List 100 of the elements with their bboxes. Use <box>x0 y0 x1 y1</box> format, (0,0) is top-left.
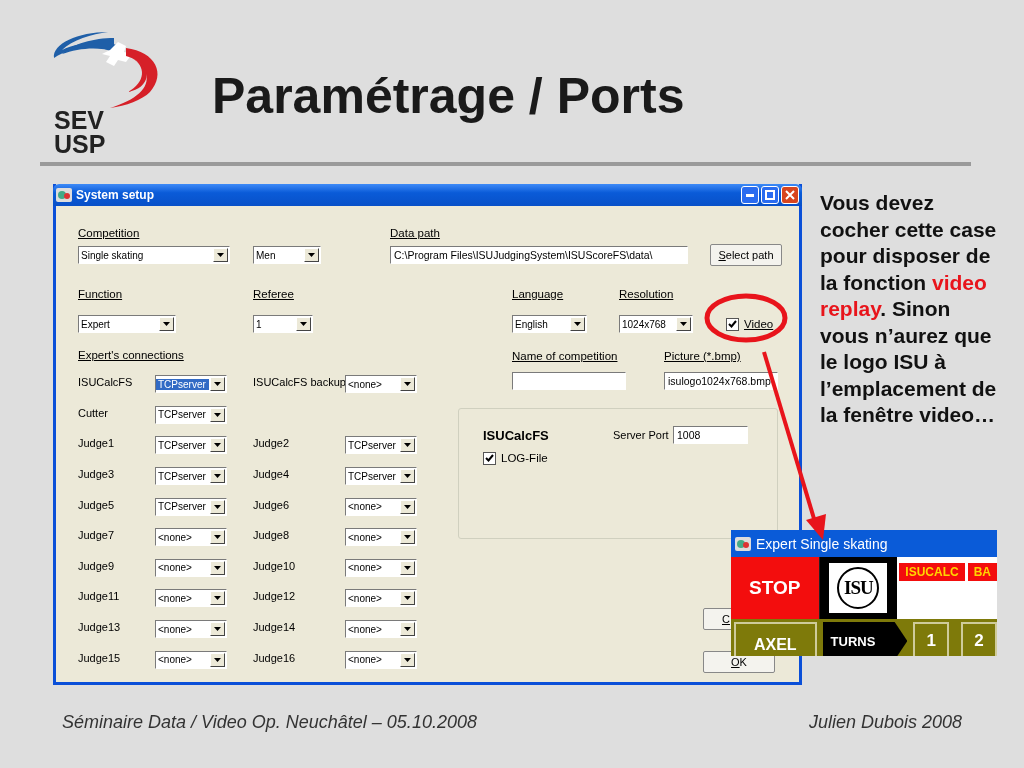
dropdown-field[interactable]: Single skating <box>78 246 230 264</box>
connection-label: Judge4 <box>253 468 291 481</box>
stop-button[interactable]: STOP <box>731 557 820 619</box>
caret-icon <box>404 596 411 601</box>
checkbox-label: Video <box>744 318 774 330</box>
caret-icon <box>214 443 221 448</box>
dropdown-field[interactable]: 1024x768 <box>619 315 693 333</box>
dropdown-field[interactable]: TCPserver <box>155 467 227 486</box>
group-title: ISUCalcFS <box>483 427 550 443</box>
turns-label: TURNS <box>822 622 908 656</box>
connection-label: Judge7 <box>78 529 116 542</box>
connection-label: Judge5 <box>78 498 116 511</box>
dropdown-field[interactable]: TCPserver <box>345 436 417 455</box>
app-icon <box>735 536 751 551</box>
dropdown-field[interactable]: <none> <box>345 650 417 669</box>
caret-icon <box>214 657 221 662</box>
dropdown-field[interactable]: English <box>512 315 587 333</box>
caret-icon <box>217 253 224 257</box>
instruction-text: Vous devez cocher cette case pour disposer de la fonction video replay. Sinon vous n’aurez que le logo ISU à l’emplacement de la fenêtre video… <box>820 190 998 428</box>
caret-icon <box>404 535 411 540</box>
port-label: Server Port <box>613 429 670 441</box>
dropdown-field[interactable]: TCPserver <box>155 497 227 516</box>
path-field[interactable]: C:\Program Files\ISUJudgingSystem\ISUScoreFS\data\ <box>390 246 688 264</box>
dropdown-field[interactable]: <none> <box>155 589 227 608</box>
check-icon <box>728 320 737 328</box>
caret-icon <box>308 253 315 257</box>
checkbox[interactable] <box>726 317 739 331</box>
minimize-icon <box>746 193 754 197</box>
dropdown-field[interactable]: <none> <box>345 589 417 608</box>
connection-label: Judge3 <box>78 468 116 481</box>
connection-label: ISUCalcFS backup <box>253 376 345 389</box>
connection-label: Judge13 <box>78 621 122 634</box>
dropdown-field[interactable]: <none> <box>345 620 417 639</box>
dropdown-field[interactable]: <none> <box>155 620 227 639</box>
dropdown-field[interactable]: <none> <box>345 497 417 516</box>
window-title: System setup <box>76 188 156 202</box>
status-tag: BA <box>967 563 997 581</box>
dropdown-field[interactable]: Expert <box>78 315 176 333</box>
dropdown-field[interactable]: 1 <box>253 315 313 333</box>
dropdown-field[interactable]: Men <box>253 246 321 264</box>
dropdown-field[interactable]: <none> <box>155 558 227 577</box>
footer-text: Séminaire Data / Video Op. Neuchâtel – 05.10.2008 <box>62 712 477 733</box>
close-button[interactable] <box>781 186 799 204</box>
caret-icon <box>214 412 221 417</box>
connection-label: Judge12 <box>253 590 297 603</box>
caret-icon <box>214 535 221 540</box>
minimize-button[interactable] <box>741 186 759 204</box>
caret-icon <box>163 322 170 326</box>
field-label: Picture (*.bmp) <box>664 350 742 362</box>
checkbox-label: LOG-File <box>501 452 548 464</box>
connection-label: Judge10 <box>253 559 297 572</box>
dropdown-field[interactable]: <none> <box>345 528 417 547</box>
caret-icon <box>214 474 221 479</box>
caret-icon <box>404 382 411 387</box>
caret-icon <box>404 474 411 479</box>
dropdown-field[interactable]: TCPserver <box>155 436 227 455</box>
field-label: Language <box>512 288 565 300</box>
connection-label: Judge9 <box>78 559 116 572</box>
dropdown-field[interactable]: <none> <box>155 650 227 669</box>
connection-label: Judge6 <box>253 498 291 511</box>
dropdown-field[interactable]: <none> <box>155 528 227 547</box>
connection-label: Cutter <box>78 406 109 419</box>
logo: ISU <box>837 567 880 609</box>
maximize-icon <box>765 190 775 200</box>
caret-icon <box>214 382 221 387</box>
caret-icon <box>214 565 221 570</box>
logo-text: USP <box>54 132 107 156</box>
connection-label: Judge2 <box>253 437 291 450</box>
caret-icon <box>404 443 411 448</box>
slide-title: Paramétrage / Ports <box>212 67 685 126</box>
field-label: Name of competition <box>512 350 619 362</box>
connection-label: ISUCalcFS <box>78 376 134 389</box>
checkbox[interactable] <box>483 451 496 465</box>
picture-field[interactable]: isulogo1024x768.bmp <box>664 372 778 390</box>
caret-icon <box>404 657 411 662</box>
dropdown-field[interactable]: TCPserver <box>155 405 227 424</box>
field-label: Referee <box>253 288 295 300</box>
section-label: Expert's connections <box>78 349 184 361</box>
connection-label: Judge14 <box>253 621 297 634</box>
app-icon <box>56 188 72 202</box>
count-button[interactable]: 2 <box>961 622 997 656</box>
caret-icon <box>574 322 581 326</box>
caret-icon <box>214 504 221 509</box>
field-label: Data path <box>390 227 441 239</box>
count-button[interactable]: 1 <box>913 622 950 656</box>
dropdown-field[interactable]: TCPserver <box>155 375 227 394</box>
maximize-button[interactable] <box>761 186 779 204</box>
dropdown-field[interactable]: <none> <box>345 375 417 394</box>
dropdown-field[interactable]: <none> <box>345 558 417 577</box>
port-field[interactable]: 1008 <box>673 426 748 444</box>
caret-icon <box>404 627 411 632</box>
status-tag: ISUCALC <box>899 563 965 581</box>
logo-text: SEV <box>54 108 106 132</box>
dropdown-field[interactable]: TCPserver <box>345 467 417 486</box>
field-label: Function <box>78 288 124 300</box>
select-path-button[interactable]: Select path <box>710 244 782 266</box>
element-button[interactable]: AXEL <box>734 622 817 656</box>
connection-label: Judge16 <box>253 651 297 664</box>
name-field[interactable] <box>512 372 626 390</box>
caret-icon <box>214 627 221 632</box>
